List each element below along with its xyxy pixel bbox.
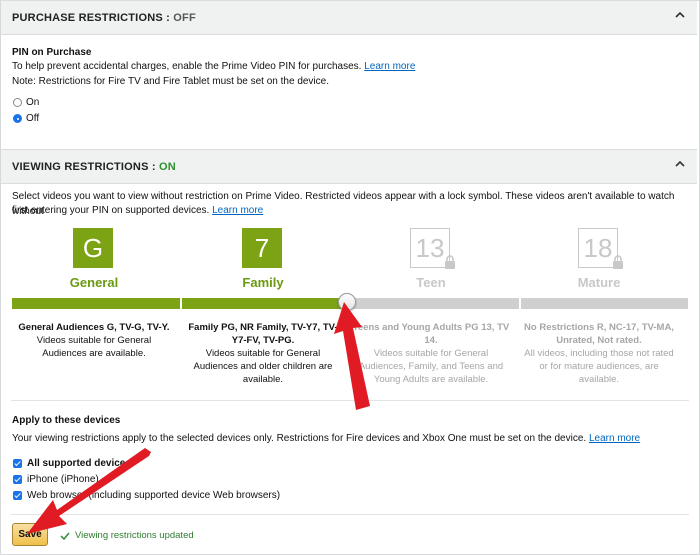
tier-general[interactable]: G General <box>10 228 178 294</box>
viewing-description-line2: first entering your PIN on supported dev… <box>12 205 264 216</box>
tier-description-teen: Teens and Young Adults PG 13, TV 14. Vid… <box>351 321 511 386</box>
tier-description-body: Videos suitable for General Audiences an… <box>193 348 333 385</box>
chevron-up-icon[interactable] <box>673 8 687 22</box>
slider-segment-teen[interactable] <box>351 298 519 309</box>
viewing-restrictions-header[interactable]: VIEWING RESTRICTIONS : ON <box>1 149 697 184</box>
chevron-up-icon[interactable] <box>673 157 687 171</box>
tier-description-body: All videos, including those not rated or… <box>524 348 674 385</box>
rating-tile-g[interactable]: G <box>73 228 113 268</box>
tier-name: Teen <box>416 275 446 290</box>
rating-tile-7[interactable]: 7 <box>242 228 282 268</box>
tier-description-family: Family PG, NR Family, TV-Y7, TV-Y7-FV, T… <box>183 321 343 386</box>
radio-label: On <box>26 97 40 108</box>
tier-description-body: Videos suitable for General Audiences ar… <box>36 335 152 359</box>
checkbox-checked[interactable] <box>13 475 22 484</box>
tier-mature[interactable]: 18 Mature <box>515 228 683 294</box>
pin-off-radio[interactable]: Off <box>13 113 39 124</box>
tier-name: Mature <box>577 275 621 290</box>
pin-title: PIN on Purchase <box>12 47 92 58</box>
tier-description-head: No Restrictions R, NC-17, TV-MA, Unrated… <box>524 322 674 346</box>
rating-slider-handle[interactable] <box>338 293 356 311</box>
tier-name: General <box>69 275 119 290</box>
checkbox-checked[interactable] <box>13 491 22 500</box>
tier-family[interactable]: 7 Family <box>179 228 347 294</box>
purchase-restrictions-state: OFF <box>173 12 196 24</box>
save-status-text: Viewing restrictions updated <box>75 530 194 541</box>
device-checkbox-all[interactable]: All supported devices <box>13 458 131 469</box>
checkbox-label: Web browser (including supported device … <box>27 490 281 501</box>
slider-segment-family[interactable] <box>181 298 349 309</box>
radio-button-selected[interactable] <box>13 114 22 123</box>
viewing-restrictions-state: ON <box>159 161 176 173</box>
purchase-restrictions-header[interactable]: PURCHASE RESTRICTIONS : OFF <box>1 0 697 35</box>
save-status: Viewing restrictions updated <box>60 530 194 541</box>
viewing-restrictions-title: VIEWING RESTRICTIONS : ON <box>12 161 176 173</box>
pin-on-radio[interactable]: On <box>13 97 39 108</box>
checkbox-checked[interactable] <box>13 459 22 468</box>
device-checkbox-iphone[interactable]: iPhone (iPhone) <box>13 474 99 485</box>
tier-description-head: General Audiences G, TV-G, TV-Y. <box>18 322 170 333</box>
lock-icon <box>445 255 455 269</box>
pin-description: To help prevent accidental charges, enab… <box>12 61 416 72</box>
footer-divider <box>11 514 689 515</box>
tier-description-head: Teens and Young Adults PG 13, TV 14. <box>352 322 510 346</box>
viewing-learn-more-link[interactable]: Learn more <box>212 205 263 216</box>
device-checkbox-web[interactable]: Web browser (including supported device … <box>13 490 280 501</box>
save-button[interactable]: Save <box>12 523 48 546</box>
tier-description-mature: No Restrictions R, NC-17, TV-MA, Unrated… <box>519 321 679 386</box>
devices-description: Your viewing restrictions apply to the s… <box>12 433 641 444</box>
slider-segment-mature[interactable] <box>520 298 688 309</box>
devices-title: Apply to these devices <box>12 415 121 426</box>
checkbox-label: All supported devices <box>27 458 131 469</box>
radio-label: Off <box>26 113 40 124</box>
radio-button[interactable] <box>13 98 22 107</box>
lock-icon <box>613 255 623 269</box>
tier-description-body: Videos suitable for General Audiences, F… <box>358 348 504 385</box>
devices-learn-more-link[interactable]: Learn more <box>589 433 640 444</box>
purchase-restrictions-title: PURCHASE RESTRICTIONS : OFF <box>12 12 196 24</box>
tier-description-general: General Audiences G, TV-G, TV-Y. Videos … <box>14 321 174 360</box>
checkbox-label: iPhone (iPhone) <box>27 474 99 485</box>
section-divider <box>11 400 689 401</box>
slider-segment-general[interactable] <box>12 298 180 309</box>
check-icon <box>60 532 70 540</box>
tier-name: Family <box>242 275 284 290</box>
tier-teen[interactable]: 13 Teen <box>347 228 515 294</box>
pin-note: Note: Restrictions for Fire TV and Fire … <box>12 76 329 87</box>
tier-description-head: Family PG, NR Family, TV-Y7, TV-Y7-FV, T… <box>188 322 338 346</box>
pin-learn-more-link[interactable]: Learn more <box>364 61 415 72</box>
